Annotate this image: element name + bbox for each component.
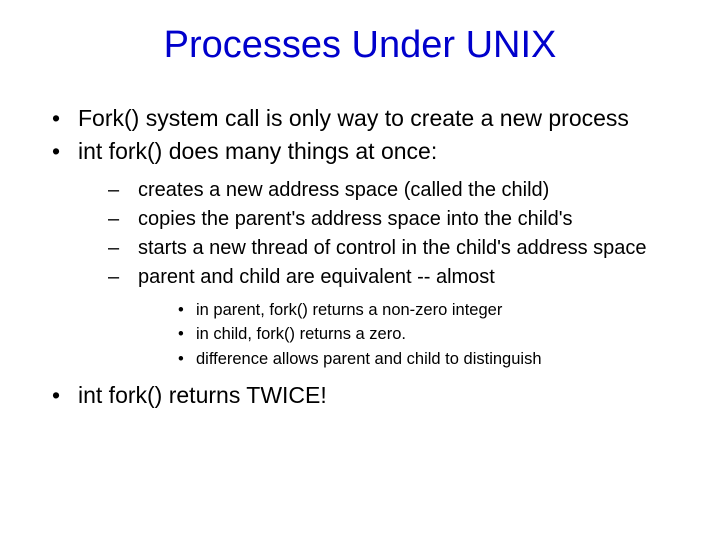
slide-title: Processes Under UNIX (32, 24, 688, 67)
bullet-list-level2: creates a new address space (called the … (78, 177, 688, 370)
bullet-item: copies the parent's address space into t… (108, 206, 688, 233)
slide: Processes Under UNIX Fork() system call … (0, 0, 720, 540)
bullet-item: in parent, fork() returns a non-zero int… (178, 299, 688, 321)
bullet-text: parent and child are equivalent -- almos… (138, 266, 495, 288)
bullet-item: starts a new thread of control in the ch… (108, 235, 688, 262)
bullet-item: int fork() returns TWICE! (52, 380, 688, 411)
bullet-item: in child, fork() returns a zero. (178, 323, 688, 345)
bullet-item: difference allows parent and child to di… (178, 348, 688, 370)
bullet-list-level3: in parent, fork() returns a non-zero int… (138, 299, 688, 370)
bullet-item: Fork() system call is only way to create… (52, 103, 688, 134)
bullet-list-level1: Fork() system call is only way to create… (32, 103, 688, 411)
bullet-item: int fork() does many things at once: cre… (52, 136, 688, 370)
bullet-text: int fork() does many things at once: (78, 138, 437, 164)
bullet-item: creates a new address space (called the … (108, 177, 688, 204)
bullet-item: parent and child are equivalent -- almos… (108, 264, 688, 370)
